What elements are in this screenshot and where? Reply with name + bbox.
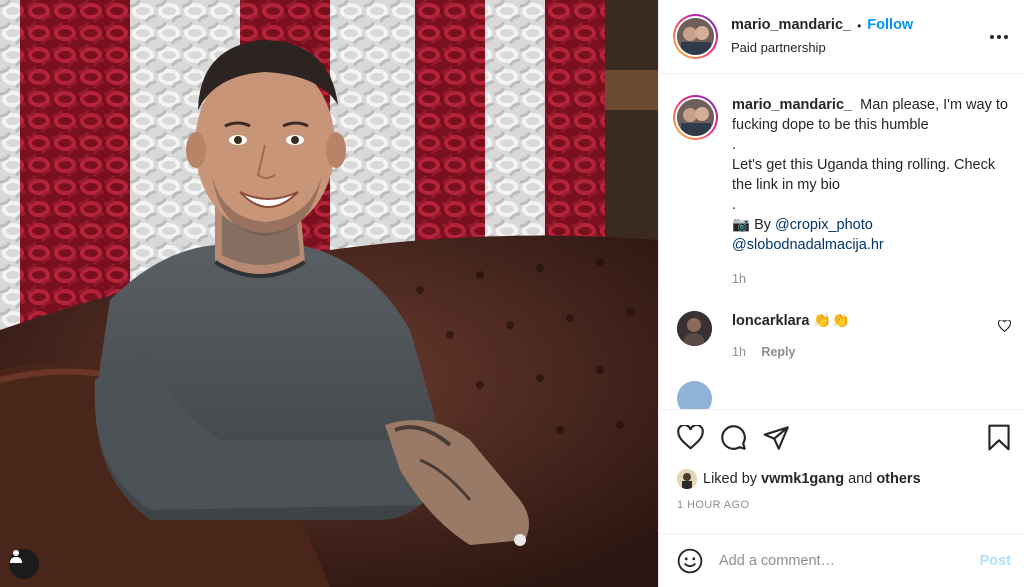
commenter-username[interactable]: loncarklara	[732, 313, 809, 329]
heart-icon[interactable]	[677, 425, 704, 450]
header-text: mario_mandaric_ • Follow Paid partnershi…	[731, 16, 913, 56]
comment-icon[interactable]	[720, 424, 747, 451]
comment-meta: 1h Reply	[732, 345, 998, 359]
comment-timestamp[interactable]: 1h	[732, 345, 746, 359]
reply-button[interactable]: Reply	[761, 345, 795, 359]
paid-partnership-label[interactable]: Paid partnership	[731, 39, 913, 57]
comment-item-partial	[659, 359, 1024, 409]
post-actions: Liked by vwmk1gang and others 1 HOUR AGO	[659, 409, 1024, 511]
post-caption: mario_mandaric_ Man please, I'm way to f…	[659, 75, 1024, 289]
caption-username[interactable]: mario_mandaric_	[732, 97, 852, 113]
separator-dot: •	[857, 19, 862, 34]
caption-author-avatar[interactable]	[673, 95, 718, 140]
liker-avatar[interactable]	[677, 469, 697, 489]
camera-credit-prefix: 📷 By	[732, 217, 772, 233]
author-username[interactable]: mario_mandaric_	[731, 16, 851, 36]
caption-timestamp[interactable]: 1h	[732, 269, 1009, 289]
share-icon[interactable]	[763, 425, 790, 450]
add-comment-bar: Post	[659, 533, 1024, 587]
liked-by-username[interactable]: vwmk1gang	[761, 471, 844, 487]
caption-body: mario_mandaric_ Man please, I'm way to f…	[732, 95, 1009, 289]
commenter-avatar[interactable]	[677, 381, 712, 409]
action-icons-row	[677, 424, 1011, 451]
author-avatar[interactable]	[673, 14, 718, 59]
emoji-icon[interactable]	[677, 548, 703, 574]
follow-button[interactable]: Follow	[867, 16, 913, 36]
caption-text-line: .	[732, 197, 737, 213]
comment-text: 👏👏	[813, 313, 850, 329]
mention-link[interactable]: @slobodnadalmacija.hr	[732, 235, 1009, 255]
more-options-icon[interactable]	[990, 29, 1008, 45]
comment-item: loncarklara 👏👏 1h Reply	[659, 289, 1024, 359]
comment-input[interactable]	[719, 552, 980, 569]
mention-link[interactable]: @cropix_photo	[775, 217, 873, 233]
comment-body: loncarklara 👏👏 1h Reply	[732, 311, 998, 359]
bookmark-icon[interactable]	[987, 424, 1011, 451]
instagram-post-view: mario_mandaric_ • Follow Paid partnershi…	[0, 0, 1024, 587]
post-comment-button[interactable]: Post	[980, 553, 1011, 569]
user-tag-button[interactable]	[9, 549, 39, 579]
comments-list[interactable]: mario_mandaric_ Man please, I'm way to f…	[659, 75, 1024, 409]
liked-by-others[interactable]: others	[876, 471, 920, 487]
liked-by-prefix: Liked by	[703, 471, 758, 487]
caption-text-line: .	[732, 137, 737, 153]
post-photo[interactable]	[0, 0, 658, 587]
post-timestamp[interactable]: 1 HOUR AGO	[677, 499, 1011, 511]
caption-text-line: Let's get this Uganda thing rolling. Che…	[732, 157, 996, 193]
liked-by-row: Liked by vwmk1gang and others	[677, 469, 1011, 489]
post-photo-illustration	[0, 0, 658, 587]
like-comment-heart-icon[interactable]	[997, 319, 1012, 335]
post-side-panel: mario_mandaric_ • Follow Paid partnershi…	[658, 0, 1024, 587]
liked-by-and: and	[848, 471, 873, 487]
post-header: mario_mandaric_ • Follow Paid partnershi…	[659, 0, 1024, 74]
commenter-avatar[interactable]	[677, 311, 712, 346]
caption-credit-line: 📷 By @cropix_photo	[732, 215, 1009, 235]
